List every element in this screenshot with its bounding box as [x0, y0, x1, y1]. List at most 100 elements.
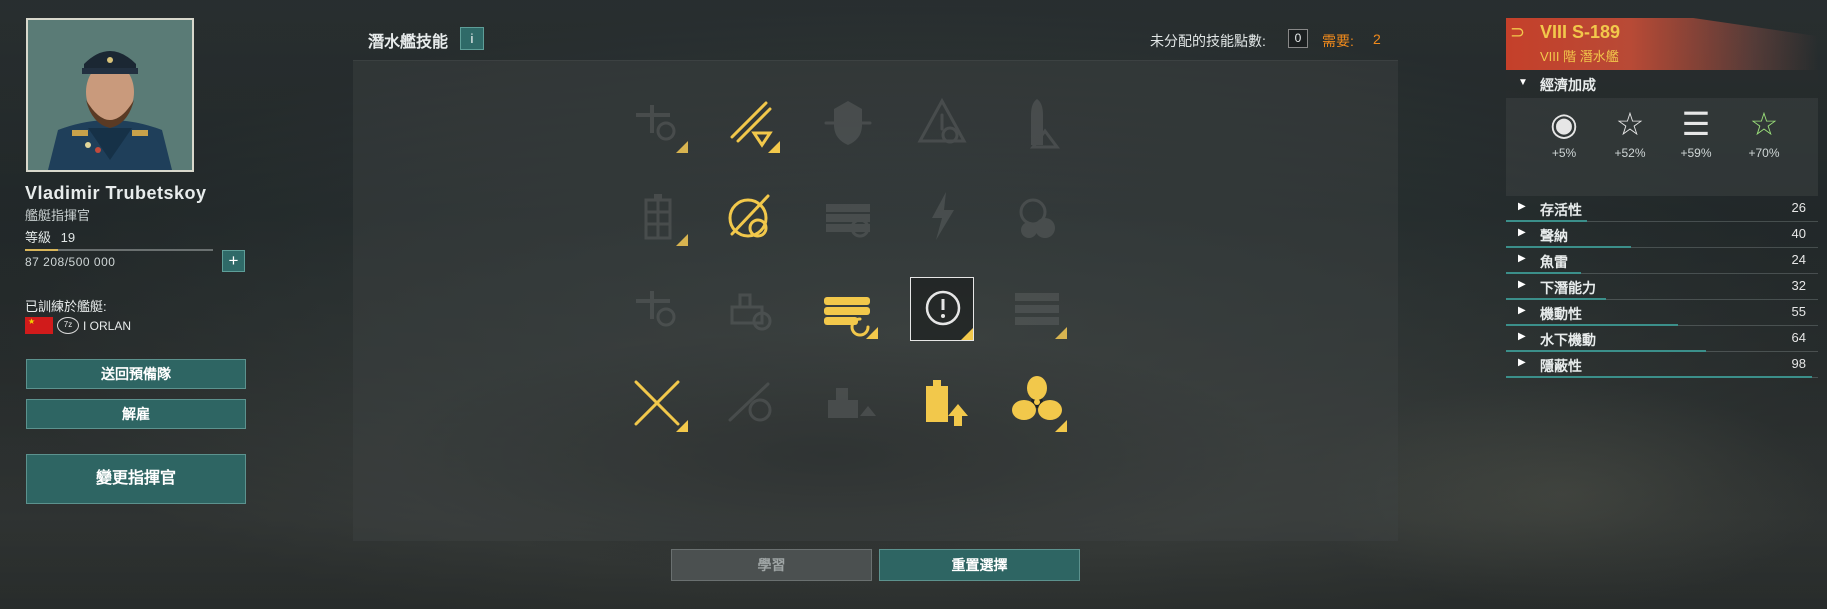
- commander-level: 等級 19: [25, 227, 75, 246]
- skill-slot[interactable]: [626, 184, 690, 248]
- bonus-commander-xp: ☰ +59%: [1666, 106, 1726, 160]
- level-label: 等級: [25, 230, 52, 245]
- stat-row[interactable]: ▶ 存活性 26: [1506, 196, 1818, 222]
- level-value: 19: [60, 230, 76, 245]
- bonus-free-xp: ☆ +70%: [1734, 106, 1794, 160]
- xp-progress-bar: [25, 249, 213, 251]
- change-commander-button[interactable]: 變更指揮官: [26, 454, 246, 504]
- bonus-value: +5%: [1551, 146, 1577, 160]
- lightning-icon: [932, 192, 954, 240]
- stat-label: 機動性: [1540, 306, 1582, 322]
- stat-value: 24: [1791, 252, 1806, 267]
- stat-label: 下潛能力: [1540, 280, 1596, 296]
- alert-circle-icon: [925, 290, 973, 340]
- xp-progress-fill: [25, 249, 58, 251]
- bonus-xp: ☆ +52%: [1600, 106, 1660, 160]
- skill-slot[interactable]: [626, 91, 690, 155]
- shield-anchor-icon: [824, 101, 872, 145]
- torpedo-rack-icon: [1015, 293, 1067, 339]
- skills-title: 潛水艦技能: [368, 34, 449, 51]
- skill-slot[interactable]: [910, 91, 974, 155]
- skill-slot[interactable]: [816, 91, 880, 155]
- skill-slot[interactable]: [718, 184, 782, 248]
- skills-grid: [353, 60, 1398, 541]
- commander-portrait: [26, 18, 194, 172]
- bonus-value: +52%: [1614, 146, 1646, 160]
- torpedo-gear-icon: [728, 382, 772, 422]
- learn-button[interactable]: 學習: [671, 549, 872, 581]
- caret-right-icon: ▶: [1518, 279, 1526, 290]
- commander-panel: Vladimir Trubetskoy 艦艇指揮官 等級 19 87 208/5…: [0, 0, 260, 609]
- economy-header[interactable]: ▼ 經濟加成: [1506, 70, 1818, 98]
- skill-slot[interactable]: [1005, 370, 1069, 434]
- stat-value: 40: [1791, 226, 1806, 241]
- caret-right-icon: ▶: [1518, 253, 1526, 264]
- shell-warning-icon: [1030, 99, 1060, 149]
- stat-row[interactable]: ▶ 隱蔽性 98: [1506, 352, 1818, 378]
- stat-row[interactable]: ▶ 水下機動 64: [1506, 326, 1818, 352]
- skill-slot[interactable]: [816, 370, 880, 434]
- skill-slot[interactable]: [1005, 91, 1069, 155]
- ship-title: VIII S-189: [1540, 22, 1621, 42]
- unassigned-points-value: 0: [1288, 29, 1308, 48]
- add-skill-points-button[interactable]: +: [222, 250, 245, 272]
- skill-slot[interactable]: [626, 277, 690, 341]
- trained-label: 已訓練於艦艇:: [25, 299, 107, 314]
- trained-ship-name: I ORLAN: [83, 318, 132, 333]
- skill-slot[interactable]: [1005, 184, 1069, 248]
- ship-upgrade-icon: [828, 388, 876, 418]
- credits-icon: ◉: [1550, 106, 1578, 142]
- caret-right-icon: ▶: [1518, 305, 1526, 316]
- commander-role: 艦艇指揮官: [25, 208, 91, 223]
- reset-selection-button[interactable]: 重置選擇: [879, 549, 1080, 581]
- trained-ship-row: 7z I ORLAN: [25, 317, 131, 334]
- torpedo-tubes-reload-icon: [824, 297, 878, 339]
- bonus-credits: ◉ +5%: [1534, 106, 1594, 160]
- commander-xp-icon: ☰: [1681, 106, 1711, 142]
- points-needed-label: 需要:: [1322, 33, 1354, 49]
- crossed-torpedoes-icon: [634, 380, 688, 432]
- ussr-flag-icon: [25, 317, 53, 334]
- stat-label: 魚雷: [1540, 254, 1568, 270]
- skill-slot[interactable]: [1005, 277, 1069, 341]
- caret-right-icon: ▶: [1518, 227, 1526, 238]
- caret-right-icon: ▶: [1518, 201, 1526, 212]
- skill-slot[interactable]: [718, 91, 782, 155]
- bonus-value: +59%: [1680, 146, 1712, 160]
- stat-label: 水下機動: [1540, 332, 1596, 348]
- commander-portrait-image: [28, 20, 192, 170]
- skill-slot[interactable]: [718, 370, 782, 434]
- skills-info-button[interactable]: i: [460, 27, 484, 50]
- points-needed-value: 2: [1373, 31, 1381, 47]
- stat-label: 存活性: [1540, 202, 1582, 218]
- stat-label: 隱蔽性: [1540, 358, 1582, 374]
- stat-value: 55: [1791, 304, 1806, 319]
- stat-progress-fill: [1506, 376, 1812, 378]
- stat-value: 64: [1791, 330, 1806, 345]
- stat-row[interactable]: ▶ 機動性 55: [1506, 300, 1818, 326]
- skill-slot[interactable]: [910, 370, 974, 434]
- skill-slot[interactable]: [910, 277, 974, 341]
- skill-slot[interactable]: [718, 277, 782, 341]
- stat-row[interactable]: ▶ 下潛能力 32: [1506, 274, 1818, 300]
- caret-down-icon: ▼: [1518, 77, 1528, 88]
- battery-upgrade-icon: [926, 380, 968, 426]
- battery-grid-icon: [644, 194, 688, 246]
- skill-slot[interactable]: [816, 184, 880, 248]
- stat-row[interactable]: ▶ 魚雷 24: [1506, 248, 1818, 274]
- periscope-icon: [636, 291, 676, 327]
- dismiss-button[interactable]: 解雇: [26, 399, 246, 429]
- send-to-reserve-button[interactable]: 送回預備隊: [26, 359, 246, 389]
- stat-label: 聲納: [1540, 228, 1568, 244]
- caret-right-icon: ▶: [1518, 331, 1526, 342]
- stat-row[interactable]: ▶ 聲納 40: [1506, 222, 1818, 248]
- skill-slot[interactable]: [910, 184, 974, 248]
- periscope-icon: [636, 105, 688, 153]
- xp-text: 87 208/500 000: [25, 255, 116, 269]
- skill-slot[interactable]: [626, 370, 690, 434]
- stat-value: 32: [1791, 278, 1806, 293]
- torpedo-tubes-icon: [826, 204, 870, 238]
- economy-bonuses: ◉ +5% ☆ +52% ☰ +59% ☆ +70%: [1506, 98, 1818, 196]
- skill-slot[interactable]: [816, 277, 880, 341]
- star-icon: ☆: [1615, 106, 1645, 142]
